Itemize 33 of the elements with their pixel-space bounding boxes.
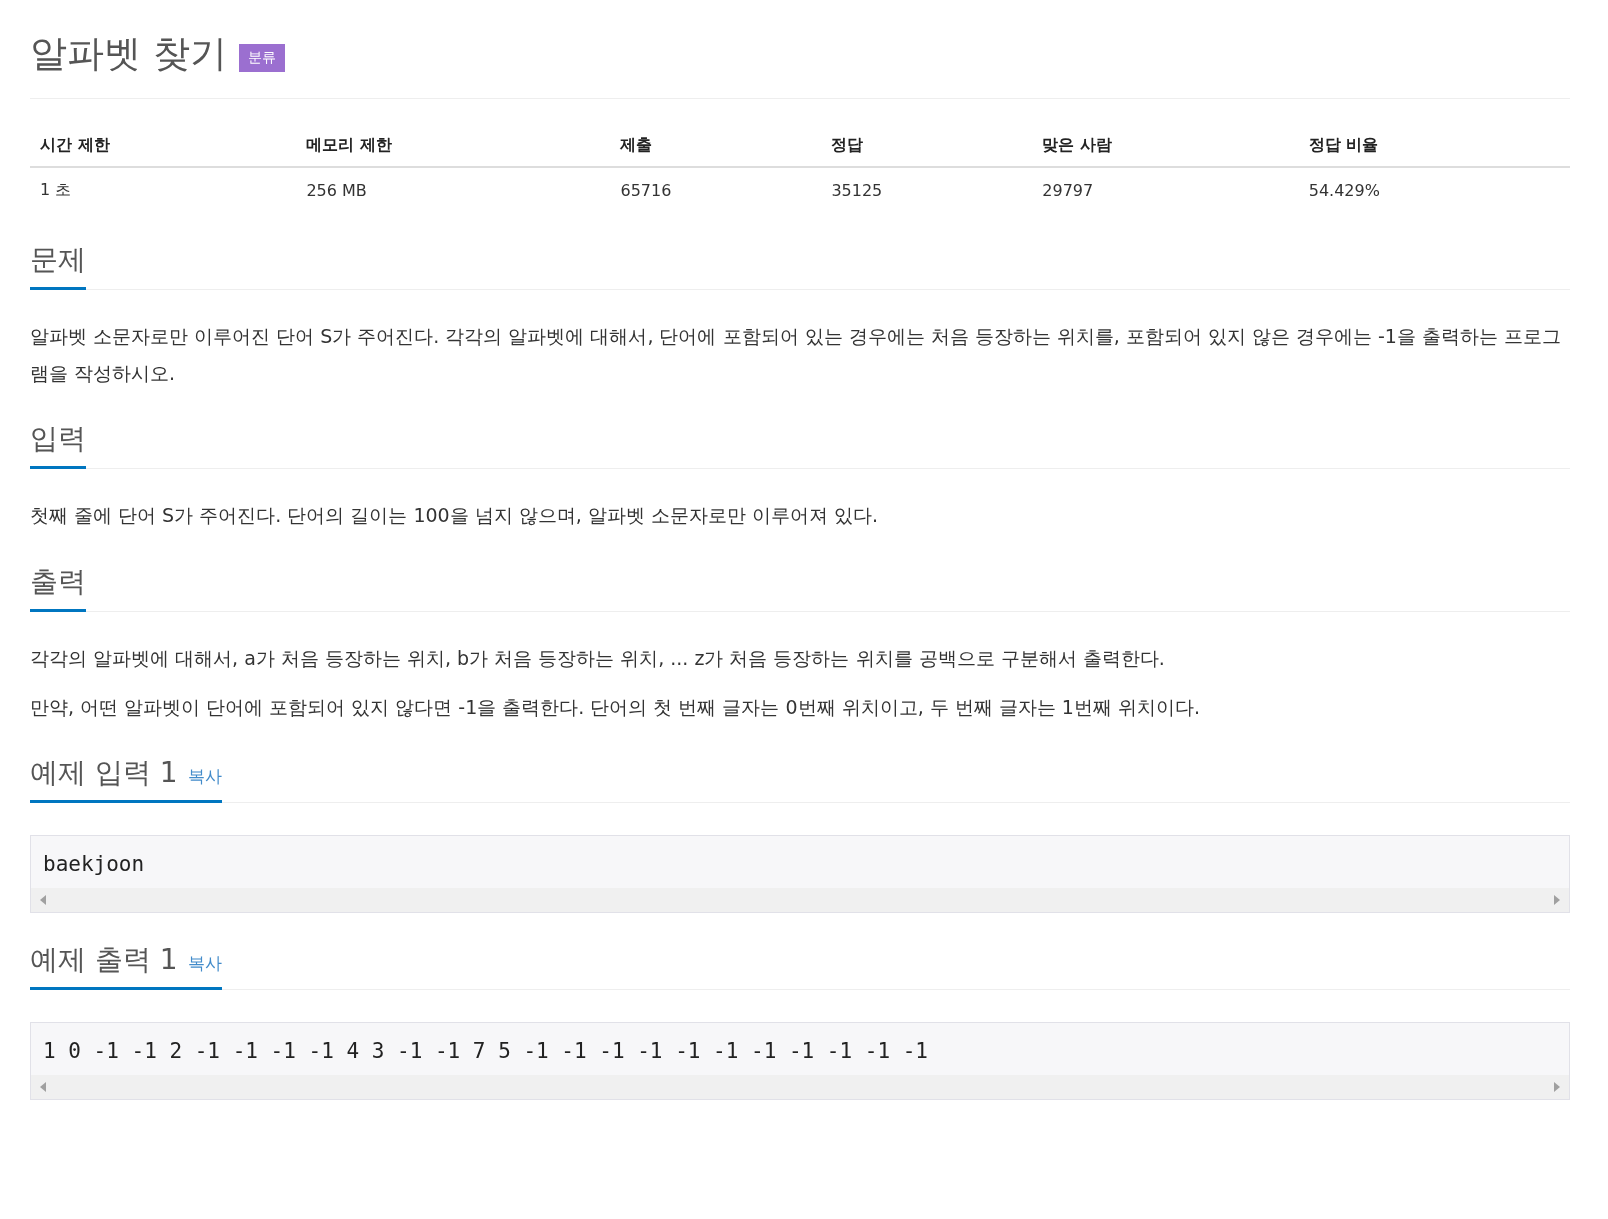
paragraph: 각각의 알파벳에 대해서, a가 처음 등장하는 위치, b가 처음 등장하는 위치, ... z가 처음 등장하는 위치를 공백으로 구분해서 출력한다.: [30, 645, 1166, 671]
code-text: baekjoon: [42, 850, 146, 878]
category-badge[interactable]: 분류: [238, 44, 285, 73]
scroll-left-icon[interactable]: [40, 894, 46, 905]
scroll-right-icon[interactable]: [1554, 894, 1560, 905]
code-text: 1 0 -1 -1 2 -1 -1 -1 -1 4 3 -1 -1 7 5 -1 -1 -1 -1 -1 -1 -1 -1 -1 -1 -1: [42, 1037, 929, 1065]
section-heading: 입력: [30, 421, 86, 458]
problem-title: 알파벳 찾기: [30, 32, 227, 77]
column-header: 메모리 제한: [296, 121, 611, 168]
section-heading: 예제 입력 1: [30, 754, 178, 791]
column-header: 맞은 사람: [1032, 121, 1299, 168]
paragraph: 만약, 어떤 알파벳이 단어에 포함되어 있지 않다면 -1을 출력한다. 단어의 첫 번째 글자는 0번째 위치이고, 두 번째 글자는 1번째 위치이다.: [30, 694, 1202, 720]
section-heading: 예제 출력 1: [30, 941, 178, 978]
column-header: 시간 제한: [30, 121, 297, 168]
column-header: 정답 비율: [1298, 121, 1570, 168]
scroll-right-icon[interactable]: [1554, 1081, 1560, 1092]
table-cell: 1 초: [30, 167, 297, 214]
table-cell: 65716: [610, 167, 822, 214]
table-cell: 54.429%: [1298, 167, 1570, 214]
scroll-left-icon[interactable]: [40, 1081, 46, 1092]
paragraph: 첫째 줄에 단어 S가 주어진다. 단어의 길이는 100을 넘지 않으며, 알파벳 소문자로만 이루어져 있다.: [30, 503, 879, 529]
paragraph: 알파벳 소문자로만 이루어진 단어 S가 주어진다. 각각의 알파벳에 대해서, 단어에 포함되어 있는 경우에는 처음 등장하는 위치를, 포함되어 있지 않은 경우에는 -1을 출력하는 프로그램을 작성하시오.: [30, 324, 1562, 387]
copy-link[interactable]: 복사: [187, 951, 222, 975]
horizontal-scrollbar[interactable]: [31, 887, 1569, 912]
table-cell: 256 MB: [296, 167, 611, 214]
column-header: 정답: [821, 121, 1033, 168]
section-heading: 문제: [30, 242, 86, 279]
column-header: 제출: [610, 121, 822, 168]
horizontal-scrollbar[interactable]: [31, 1074, 1569, 1099]
table-cell: 29797: [1032, 167, 1299, 214]
section-heading: 출력: [30, 563, 86, 600]
table-cell: 35125: [821, 167, 1033, 214]
copy-link[interactable]: 복사: [187, 764, 222, 788]
